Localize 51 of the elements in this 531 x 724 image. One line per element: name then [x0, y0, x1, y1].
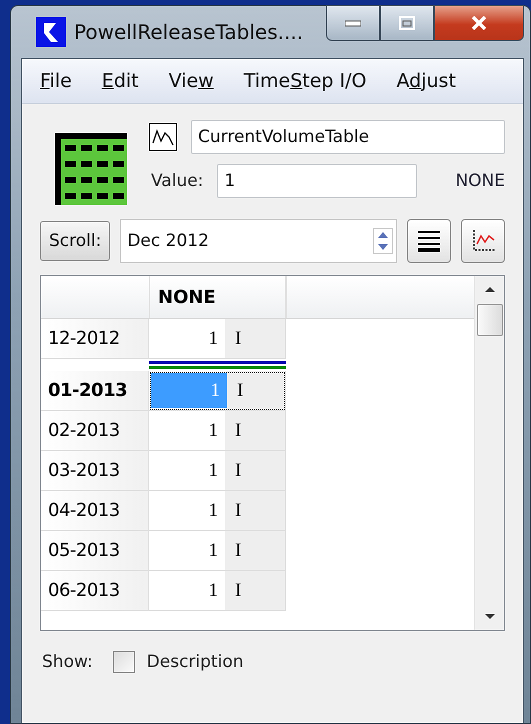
flag-cell: I [225, 491, 285, 530]
flag-cell: I [225, 571, 285, 610]
slot-name-field[interactable]: CurrentVolumeTable [191, 120, 505, 154]
maximize-icon [399, 16, 415, 30]
unit-label: NONE [455, 171, 505, 191]
menu-item[interactable]: TimeStep I/O [234, 70, 376, 92]
flag-cell: I [225, 451, 285, 490]
value-cell[interactable]: 1 [149, 451, 225, 490]
flag-cell: I [225, 319, 285, 358]
scrollbar-thumb[interactable] [476, 304, 502, 336]
value-cell[interactable]: 1 [149, 411, 225, 450]
row-header[interactable]: 12-2012 [41, 319, 149, 359]
value-label: Value: [151, 171, 204, 191]
scroll-down-icon[interactable] [482, 612, 496, 622]
description-label: Description [146, 652, 244, 672]
list-view-button[interactable] [407, 219, 451, 263]
value-cell[interactable]: 1 [149, 319, 225, 358]
flag-cell: I [225, 411, 285, 450]
flag-cell: I [227, 371, 285, 410]
vertical-scrollbar[interactable] [474, 276, 504, 630]
minimize-button[interactable] [326, 5, 380, 41]
lines-icon [416, 229, 442, 253]
plot-button[interactable] [461, 219, 505, 263]
row-header[interactable]: 02-2013 [41, 411, 149, 451]
close-button[interactable] [434, 5, 524, 41]
row-header[interactable]: 01-2013 [41, 371, 149, 411]
row-header[interactable]: 04-2013 [41, 491, 149, 531]
value-cell[interactable]: 1 [149, 571, 225, 610]
row-header[interactable]: 06-2013 [41, 571, 149, 611]
close-icon [470, 16, 488, 30]
row-header[interactable]: 05-2013 [41, 531, 149, 571]
menu-item[interactable]: File [30, 70, 82, 92]
description-checkbox[interactable] [112, 651, 135, 673]
value-field[interactable]: 1 [217, 164, 418, 198]
row-header[interactable]: 03-2013 [41, 451, 149, 491]
scroll-up-icon[interactable] [482, 284, 496, 294]
table-icon [55, 133, 127, 205]
show-label: Show: [42, 652, 93, 672]
menu-item[interactable]: Edit [92, 70, 149, 92]
menu-item[interactable]: View [158, 70, 224, 92]
menu-item[interactable]: Adjust [386, 70, 466, 92]
value-cell[interactable]: 1 [149, 531, 225, 570]
window-title: PowellReleaseTables.... [74, 20, 304, 44]
date-spin-field[interactable]: Dec 2012 [120, 219, 397, 263]
line-graph-icon [149, 123, 177, 151]
value-cell[interactable]: 1 [149, 491, 225, 530]
maximize-button[interactable] [380, 5, 434, 41]
minimize-icon [345, 19, 361, 27]
scroll-button[interactable]: Scroll: [40, 221, 110, 261]
flag-cell: I [225, 531, 285, 570]
app-logo-icon [36, 17, 66, 47]
